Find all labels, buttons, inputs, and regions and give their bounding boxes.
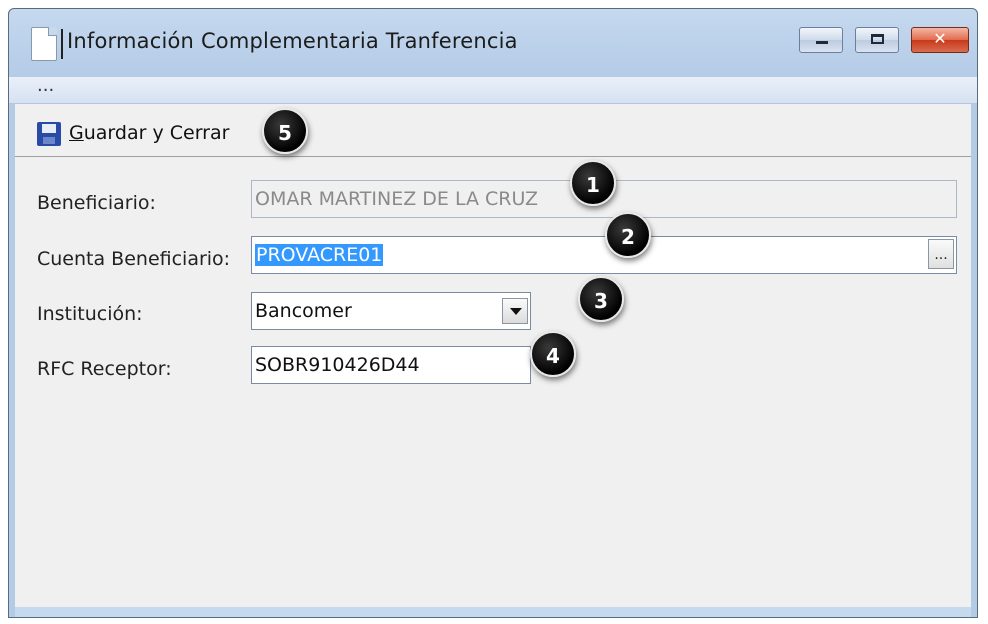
annotation-marker-4: 4 [530,331,576,377]
close-button[interactable]: ✕ [911,27,969,53]
institucion-select[interactable]: Bancomer [251,292,531,330]
annotation-marker-1: 1 [570,160,616,206]
close-icon: ✕ [933,29,947,48]
toolbar: Guardar y Cerrar [15,104,971,157]
access-key: G [69,122,84,144]
institucion-selected: Bancomer [255,300,352,322]
maximize-icon [871,34,884,44]
beneficiario-label: Beneficiario: [37,192,156,214]
rfc-receptor-label: RFC Receptor: [37,358,172,380]
title-separator [61,29,63,59]
menu-overflow[interactable]: ... [37,75,54,96]
minimize-button[interactable] [799,27,843,53]
minimize-icon [816,41,828,44]
window-bottom-frame [15,607,971,617]
menu-bar: ... [9,75,977,104]
annotation-marker-5: 5 [262,108,308,154]
institucion-label: Institución: [37,303,143,325]
cuenta-beneficiario-label: Cuenta Beneficiario: [37,248,231,270]
save-and-close-button[interactable]: Guardar y Cerrar [69,122,229,144]
annotation-marker-2: 2 [605,212,651,258]
save-icon[interactable] [37,122,61,146]
rfc-receptor-field[interactable]: SOBR910426D44 [251,346,531,384]
title-bar[interactable]: Información Complementaria Tranferencia … [9,9,977,77]
chevron-down-icon[interactable] [502,298,528,324]
browse-button[interactable]: ... [928,239,954,269]
window-title: Información Complementaria Tranferencia [67,29,518,53]
cuenta-beneficiario-value: PROVACRE01 [255,244,384,266]
annotation-marker-3: 3 [578,276,624,322]
document-icon [31,27,57,61]
dialog-content: Guardar y Cerrar Beneficiario: OMAR MART… [15,104,971,617]
dialog-window: Información Complementaria Tranferencia … [8,8,978,618]
maximize-button[interactable] [855,27,899,53]
cuenta-beneficiario-field[interactable]: PROVACRE01 ... [251,236,957,274]
save-and-close-label: uardar y Cerrar [83,122,230,144]
